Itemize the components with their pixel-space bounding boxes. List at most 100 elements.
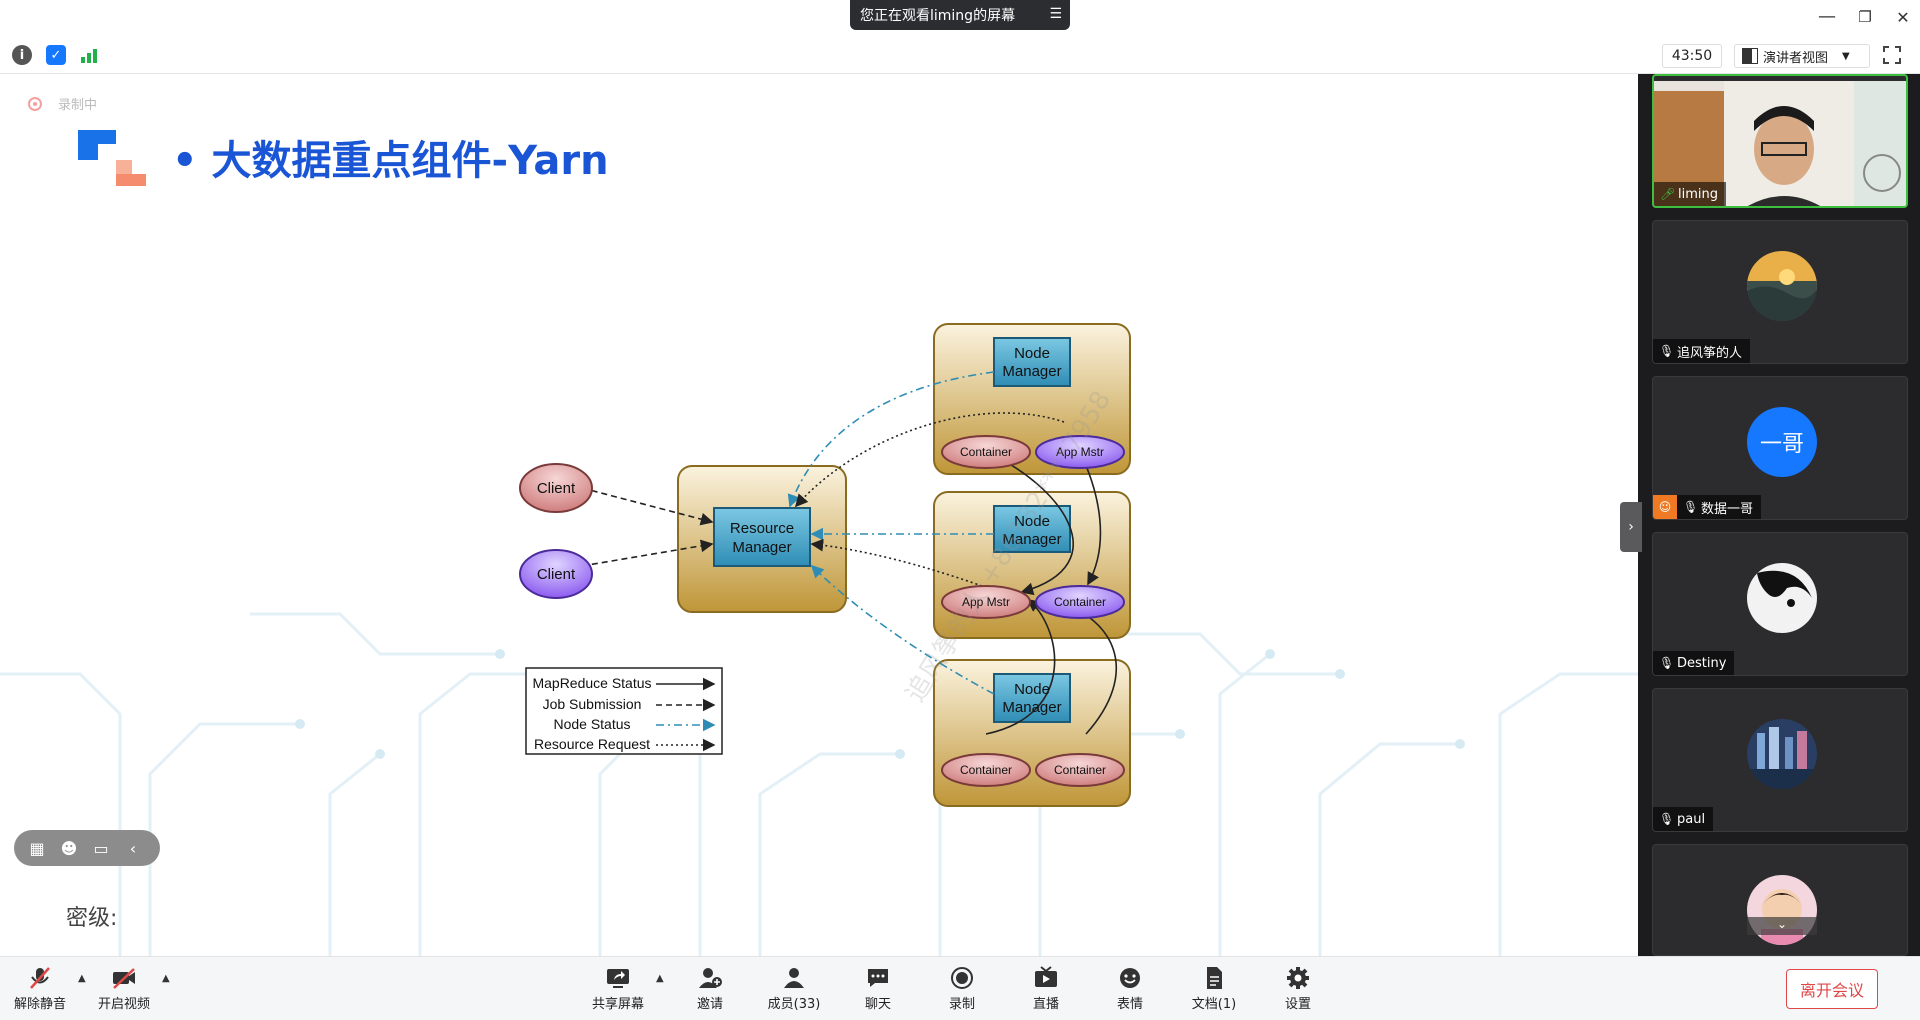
svg-text:Node: Node (1014, 681, 1050, 698)
meeting-control-bar: 解除静音 ▲ 开启视频 ▲ 共享屏幕 ▲ 邀请 成员(33) 聊天 录制 直播 … (0, 956, 1920, 1020)
live-button[interactable]: 直播 (1010, 965, 1082, 1012)
record-label: 录制 (948, 997, 975, 1012)
signal-icon[interactable] (80, 45, 100, 65)
participant-name-tag: 🎙︎ paul (1653, 807, 1714, 831)
client-2-label: Client (537, 566, 576, 583)
settings-button[interactable]: 设置 (1262, 965, 1334, 1012)
chevron-down-icon[interactable]: ⌄ (1747, 917, 1817, 935)
title-bar: 您正在观看liming的屏幕 ☰ — ❐ ✕ (0, 0, 1920, 36)
client-1-label: Client (537, 480, 576, 497)
chat-icon (842, 965, 914, 991)
legend-job-submission: Job Submission (543, 696, 642, 712)
svg-text:Manager: Manager (1002, 699, 1061, 716)
avatar (1747, 251, 1817, 321)
participant-tile-video[interactable]: 🎤︎ liming (1652, 74, 1908, 208)
list-icon[interactable]: ☰ (1049, 6, 1062, 22)
slide-title: • 大数据重点组件-Yarn (172, 138, 609, 184)
participant-name-tag: ☺ 🎙︎ 数据一哥 (1653, 495, 1762, 519)
legend-resource-request: Resource Request (534, 736, 650, 752)
microphone-icon: 🎤︎ (1660, 187, 1676, 201)
collapse-panel-button[interactable]: › (1620, 502, 1642, 552)
comment-icon[interactable]: ▭ (90, 839, 112, 858)
camera-off-icon (88, 965, 160, 991)
emoji-label: 表情 (1116, 997, 1143, 1012)
participant-tile[interactable]: 🎙︎ Destiny (1652, 532, 1908, 676)
share-screen-icon (582, 965, 654, 991)
docs-label: 文档(1) (1191, 997, 1237, 1012)
members-button[interactable]: 成员(33) (758, 965, 830, 1012)
members-label: 成员(33) (767, 997, 821, 1012)
settings-label: 设置 (1284, 997, 1311, 1012)
participant-tile[interactable]: 🎙︎ paul (1652, 688, 1908, 832)
live-label: 直播 (1032, 997, 1059, 1012)
participant-name-tag: 🎤︎ liming (1654, 182, 1726, 206)
legend-mapreduce: MapReduce Status (532, 675, 651, 691)
annotation-toolbar[interactable]: ▦ ☻ ▭ ‹ (14, 830, 160, 866)
view-mode-label: 演讲者视图 (1763, 50, 1829, 66)
participant-name: Destiny (1677, 655, 1727, 671)
caret-up-icon[interactable]: ▲ (162, 973, 170, 984)
share-banner[interactable]: 您正在观看liming的屏幕 ☰ (850, 0, 1070, 30)
unmute-label: 解除静音 (13, 997, 66, 1012)
caret-up-icon[interactable]: ▲ (78, 973, 86, 984)
emoji-button[interactable]: 表情 (1094, 965, 1166, 1012)
invite-label: 邀请 (696, 997, 723, 1012)
record-button[interactable]: 录制 (926, 965, 998, 1012)
rm-label-2: Manager (732, 539, 791, 556)
resource-manager (713, 507, 811, 567)
invite-button[interactable]: 邀请 (674, 965, 746, 1012)
svg-text:Container: Container (1054, 763, 1106, 777)
chevron-left-icon[interactable]: ‹ (122, 839, 144, 858)
close-button[interactable]: ✕ (1888, 8, 1918, 27)
info-icon[interactable]: i (12, 45, 32, 65)
chat-label: 聊天 (864, 997, 891, 1012)
gear-icon (1262, 965, 1334, 991)
leave-meeting-button[interactable]: 离开会议 (1786, 969, 1878, 1009)
emoji-icon[interactable]: ☻ (58, 839, 80, 858)
speaker-view-icon (1742, 48, 1758, 64)
fullscreen-icon[interactable] (1882, 45, 1902, 65)
record-icon (926, 965, 998, 991)
minimize-button[interactable]: — (1812, 6, 1842, 27)
participant-name: liming (1678, 186, 1718, 202)
view-mode-select[interactable]: 演讲者视图 ▼ (1734, 44, 1870, 68)
participant-tile[interactable]: 一哥 ☺ 🎙︎ 数据一哥 (1652, 376, 1908, 520)
company-logo (78, 130, 146, 186)
participant-name: 数据一哥 (1701, 501, 1754, 517)
recording-indicator: 录制中 (28, 94, 97, 113)
chat-button[interactable]: 聊天 (842, 965, 914, 1012)
svg-text:Manager: Manager (1002, 363, 1061, 380)
start-video-button[interactable]: 开启视频 (88, 965, 160, 1012)
start-video-label: 开启视频 (97, 997, 150, 1012)
microphone-muted-icon: 🎙︎ (1659, 344, 1675, 358)
chevron-down-icon: ▼ (1842, 50, 1850, 62)
restore-button[interactable]: ❐ (1850, 8, 1880, 26)
rm-label-1: Resource (730, 520, 794, 537)
microphone-muted-icon: 🎙︎ (1683, 500, 1699, 514)
legend-node-status: Node Status (553, 716, 630, 732)
yarn-architecture-diagram: Client Client Resource Manager Node Mana… (519, 323, 1131, 807)
svg-text:Container: Container (960, 763, 1012, 777)
participant-name: paul (1677, 811, 1706, 827)
caret-up-icon[interactable]: ▲ (656, 973, 664, 984)
grid-icon[interactable]: ▦ (26, 839, 48, 858)
docs-button[interactable]: 文档(1) (1178, 965, 1250, 1012)
recording-icon (28, 96, 42, 111)
shield-icon[interactable]: ✓ (46, 45, 66, 65)
avatar (1747, 719, 1817, 789)
recording-label: 录制中 (58, 98, 98, 113)
svg-text:Container: Container (960, 445, 1012, 459)
document-icon (1178, 965, 1250, 991)
emoji-icon (1094, 965, 1166, 991)
participant-tile[interactable]: ⌄ (1652, 844, 1908, 956)
host-icon: ☺ (1653, 495, 1677, 519)
unmute-button[interactable]: 解除静音 (4, 965, 76, 1012)
svg-text:Node: Node (1014, 345, 1050, 362)
share-screen-button[interactable]: 共享屏幕 (582, 965, 654, 1012)
meeting-timer: 43:50 (1662, 44, 1722, 68)
participant-name-tag: 🎙︎ 追风筝的人 (1653, 339, 1751, 363)
participant-tile[interactable]: 🎙︎ 追风筝的人 (1652, 220, 1908, 364)
shared-slide: 录制中 • 大数据重点组件-Yarn Client Client Resourc… (0, 74, 1638, 956)
add-user-icon (674, 965, 746, 991)
share-banner-text: 您正在观看liming的屏幕 (860, 8, 1016, 24)
